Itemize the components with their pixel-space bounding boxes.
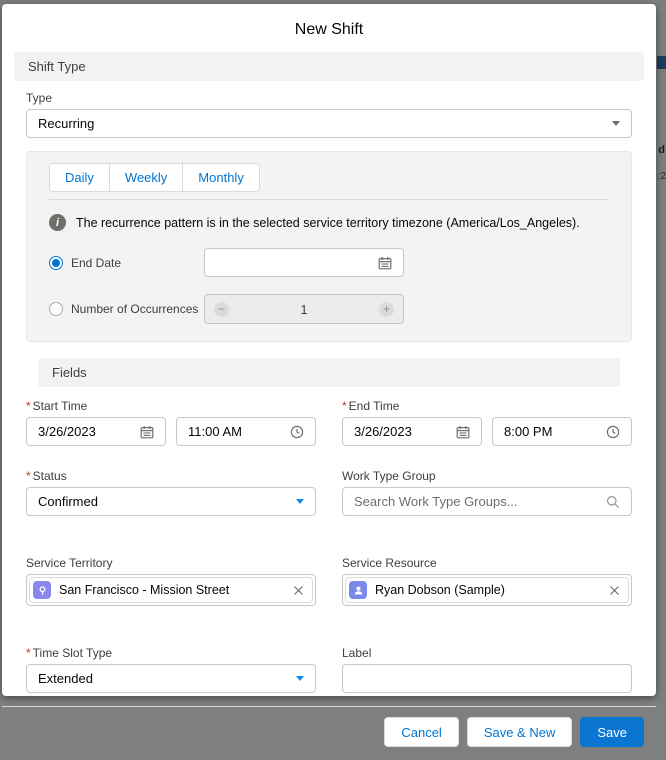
close-icon[interactable] <box>293 585 304 596</box>
save-button[interactable]: Save <box>580 717 644 747</box>
decrement-icon[interactable]: − <box>214 301 229 317</box>
work-type-group-search-input[interactable] <box>354 494 606 509</box>
label-field-label: Label <box>342 646 372 660</box>
fields-grid: * Start Time 3/26/2023 11:00 AM * End Ti… <box>26 389 632 706</box>
recurrence-panel: Daily Weekly Monthly i The recurrence pa… <box>26 151 632 342</box>
occurrences-label: Number of Occurrences <box>71 302 199 316</box>
service-resource-icon <box>349 581 367 599</box>
new-shift-modal: New Shift Shift Type Type Recurring Dail… <box>2 4 656 747</box>
service-territory-field: Service Territory San Francisco - Missio… <box>26 546 316 606</box>
service-resource-field: Service Resource Ryan Dobson (Sample) <box>342 546 632 606</box>
background-fragment-text: :2 <box>657 171 666 182</box>
required-asterisk: * <box>26 469 31 483</box>
type-select-value: Recurring <box>38 116 95 131</box>
time-slot-type-field: * Time Slot Type Extended <box>26 636 316 693</box>
service-territory-input: San Francisco - Mission Street <box>26 574 316 606</box>
chevron-down-icon <box>296 499 304 504</box>
background-fragment-block <box>657 56 666 69</box>
service-resource-label: Service Resource <box>342 556 437 570</box>
required-asterisk: * <box>342 399 347 413</box>
occurrences-value: 1 <box>300 301 308 317</box>
modal-title: New Shift <box>294 21 364 38</box>
calendar-icon[interactable] <box>456 425 470 439</box>
calendar-icon[interactable] <box>140 425 154 439</box>
label-input-wrap <box>342 664 632 693</box>
timezone-info-row: i The recurrence pattern is in the selec… <box>49 214 609 231</box>
work-type-group-label: Work Type Group <box>342 469 436 483</box>
cancel-button[interactable]: Cancel <box>384 717 459 747</box>
start-time-input-wrap <box>176 417 316 446</box>
close-icon[interactable] <box>609 585 620 596</box>
end-date-radio[interactable] <box>49 255 63 270</box>
modal-footer: Cancel Save & New Save <box>2 706 656 760</box>
required-asterisk: * <box>26 646 31 660</box>
end-date-field-wrap <box>342 417 482 446</box>
end-date-label: End Date <box>71 255 122 270</box>
search-icon <box>606 495 620 509</box>
increment-icon[interactable]: + <box>378 301 394 317</box>
section-header-fields: Fields <box>38 358 620 387</box>
service-resource-value: Ryan Dobson (Sample) <box>375 583 505 597</box>
end-time-label: End Time <box>348 399 400 413</box>
tab-weekly[interactable]: Weekly <box>108 164 183 191</box>
start-time-input[interactable] <box>188 424 290 439</box>
end-date-control <box>204 248 404 277</box>
status-select[interactable]: Confirmed <box>26 487 316 516</box>
occurrences-radio[interactable] <box>49 302 63 316</box>
end-time-input[interactable] <box>504 424 606 439</box>
chevron-down-icon <box>612 121 620 126</box>
start-date-input-wrap <box>26 417 166 446</box>
end-time-field: * End Time <box>342 389 632 446</box>
recurrence-tab-group: Daily Weekly Monthly <box>49 163 260 192</box>
end-date-input-wrap <box>204 248 404 277</box>
start-date-input[interactable] <box>38 424 140 439</box>
end-time-input-wrap <box>492 417 632 446</box>
status-select-value: Confirmed <box>38 494 98 509</box>
time-slot-type-label: Time Slot Type <box>32 646 113 660</box>
type-select[interactable]: Recurring <box>26 109 632 138</box>
section-header-shift-type: Shift Type <box>14 52 644 81</box>
end-date-input[interactable] <box>216 255 378 270</box>
required-asterisk: * <box>26 399 31 413</box>
tab-monthly[interactable]: Monthly <box>182 164 259 191</box>
occurrences-stepper: − 1 + <box>204 294 404 324</box>
start-time-field: * Start Time <box>26 389 316 446</box>
timezone-info-text: The recurrence pattern is in the selecte… <box>76 215 580 230</box>
service-territory-pill[interactable]: San Francisco - Mission Street <box>29 577 313 603</box>
end-date-field-input[interactable] <box>354 424 456 439</box>
modal-header: New Shift <box>2 4 656 52</box>
service-resource-pill[interactable]: Ryan Dobson (Sample) <box>345 577 629 603</box>
type-label: Type <box>26 91 53 105</box>
background-fragment-text: d <box>658 144 665 156</box>
modal-body: Type Recurring Daily Weekly Monthly i Th… <box>2 81 656 706</box>
chevron-down-icon <box>296 676 304 681</box>
service-territory-label: Service Territory <box>26 556 113 570</box>
info-icon: i <box>49 214 66 231</box>
work-type-group-field: Work Type Group <box>342 459 632 516</box>
occurrences-row: Number of Occurrences − 1 + <box>49 294 609 324</box>
tab-divider <box>49 199 609 200</box>
service-territory-value: San Francisco - Mission Street <box>59 583 230 597</box>
calendar-icon[interactable] <box>378 256 392 270</box>
time-slot-type-value: Extended <box>38 671 93 686</box>
status-label: Status <box>32 469 67 483</box>
label-input[interactable] <box>354 671 620 686</box>
time-slot-type-select[interactable]: Extended <box>26 664 316 693</box>
end-date-row: End Date <box>49 248 609 277</box>
service-resource-input: Ryan Dobson (Sample) <box>342 574 632 606</box>
work-type-group-input-wrap <box>342 487 632 516</box>
save-and-new-button[interactable]: Save & New <box>466 717 573 747</box>
service-territory-icon <box>33 581 51 599</box>
status-field: * Status Confirmed <box>26 459 316 516</box>
clock-icon[interactable] <box>606 425 620 439</box>
tab-daily[interactable]: Daily <box>50 164 109 191</box>
label-field: Label <box>342 636 632 693</box>
clock-icon[interactable] <box>290 425 304 439</box>
start-time-label: Start Time <box>32 399 88 413</box>
